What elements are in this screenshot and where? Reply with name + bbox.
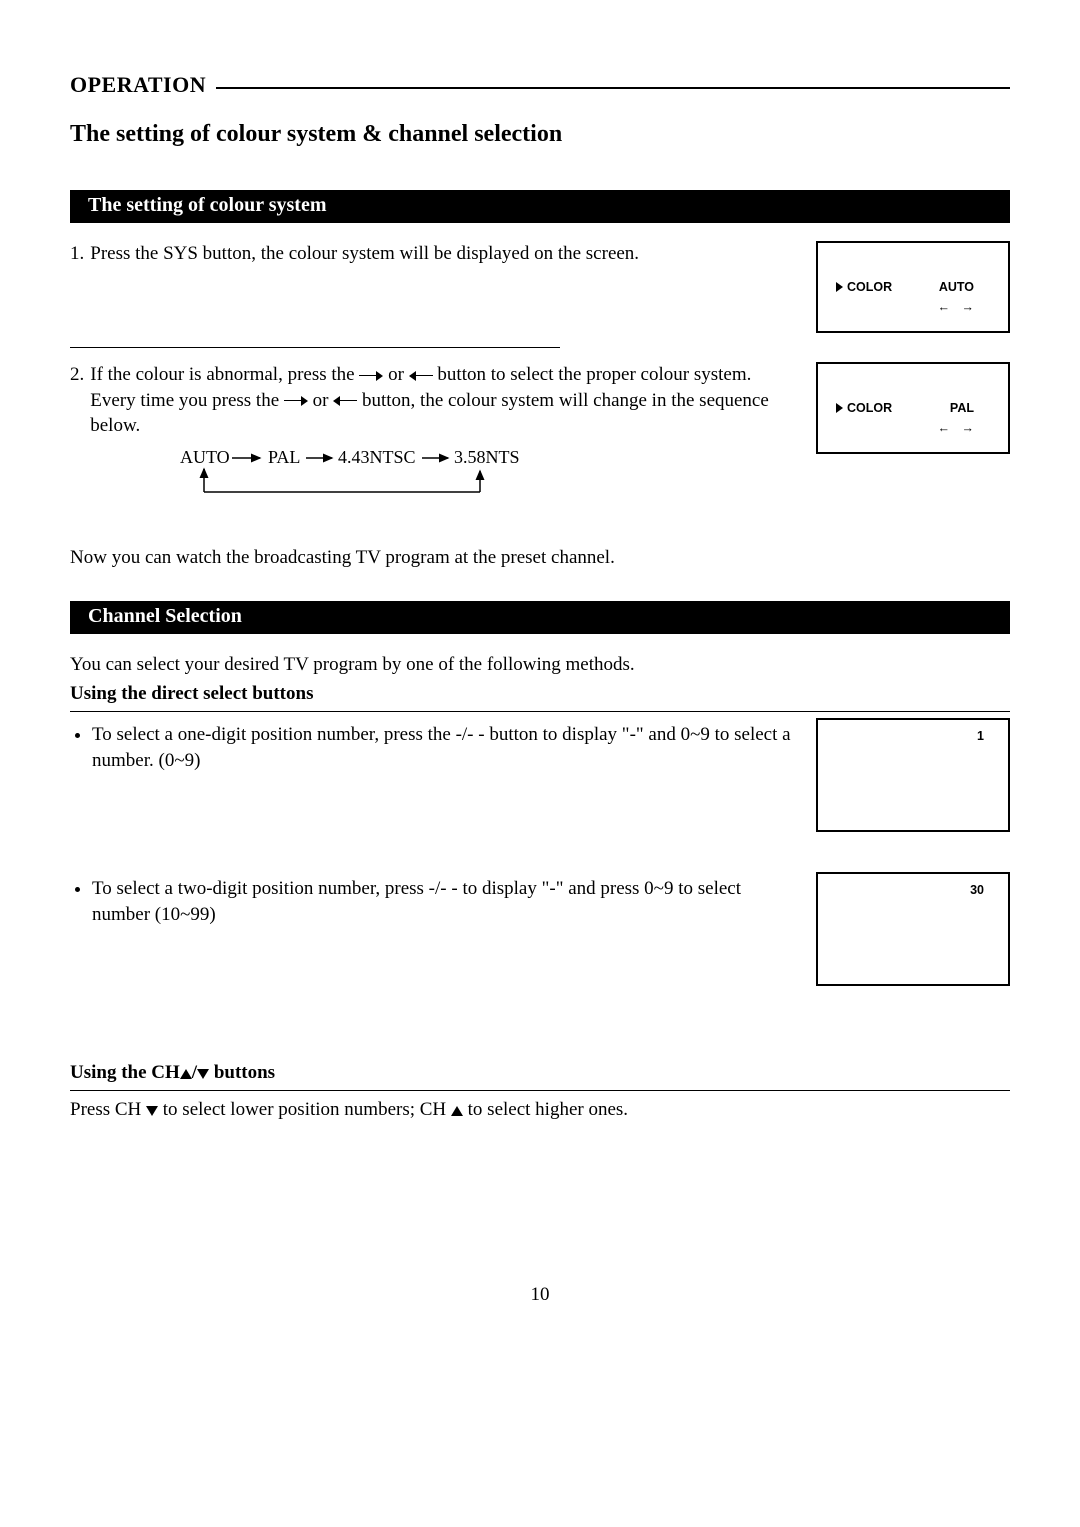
step-2-row: 2. If the colour is abnormal, press the … — [70, 362, 1010, 511]
arrow-left-icon — [333, 396, 357, 406]
triangle-down-icon — [197, 1069, 209, 1079]
step-1-row: 1. Press the SYS button, the colour syst… — [70, 241, 1010, 333]
header-rule — [216, 87, 1010, 89]
subheading-direct-select: Using the direct select buttons — [70, 681, 1010, 707]
section-channel-selection-heading: Channel Selection — [70, 601, 1010, 634]
play-icon — [836, 282, 843, 292]
step-2-number: 2. — [70, 362, 84, 439]
bullet-two-digit: To select a two-digit position number, p… — [92, 876, 796, 927]
page-number: 10 — [70, 1282, 1010, 1308]
channel-intro: You can select your desired TV program b… — [70, 652, 1010, 678]
divider — [70, 1090, 1010, 1091]
screen2-value: PAL — [950, 400, 974, 417]
screen-color-pal: COLOR PAL ← → — [816, 362, 1010, 454]
screen3-value: 1 — [977, 728, 984, 745]
svg-text:3.58NTSC: 3.58NTSC — [454, 447, 520, 467]
section-colour-system-heading: The setting of colour system — [70, 190, 1010, 223]
arrow-left-icon — [409, 371, 433, 381]
step-2-text: If the colour is abnormal, press the or … — [90, 362, 796, 439]
screen-channel-1: 1 — [816, 718, 1010, 832]
ch-buttons-text: Press CH to select lower position number… — [70, 1097, 1010, 1123]
divider — [70, 347, 560, 348]
triangle-up-icon — [451, 1106, 463, 1116]
screen1-label: COLOR — [847, 280, 892, 294]
direct-select-two-digit-row: To select a two-digit position number, p… — [70, 872, 1010, 986]
operation-label: OPERATION — [70, 70, 206, 100]
screen-color-auto: COLOR AUTO ← → — [816, 241, 1010, 333]
section1-after-text: Now you can watch the broadcasting TV pr… — [70, 545, 1010, 571]
svg-text:AUTO: AUTO — [180, 447, 230, 467]
triangle-up-icon — [180, 1069, 192, 1079]
play-icon — [836, 403, 843, 413]
step-1-number: 1. — [70, 241, 84, 267]
direct-select-one-digit-row: To select a one-digit position number, p… — [70, 718, 1010, 832]
page-title: The setting of colour system & channel s… — [70, 118, 1010, 150]
bullet-one-digit: To select a one-digit position number, p… — [92, 722, 796, 773]
svg-text:4.43NTSC: 4.43NTSC — [338, 447, 416, 467]
operation-header: OPERATION — [70, 70, 1010, 100]
screen2-arrows: ← → — [938, 420, 978, 437]
step-1-text: Press the SYS button, the colour system … — [90, 241, 796, 267]
triangle-down-icon — [146, 1106, 158, 1116]
screen4-value: 30 — [970, 882, 984, 899]
colour-sequence-diagram: AUTO PAL 4.43NTSC 3.58NTSC — [160, 447, 520, 507]
screen-channel-30: 30 — [816, 872, 1010, 986]
subheading-ch-buttons: Using the CH/ buttons — [70, 1060, 1010, 1086]
svg-text:PAL: PAL — [268, 447, 300, 467]
arrow-right-icon — [284, 396, 308, 406]
arrow-right-icon — [359, 371, 383, 381]
screen1-arrows: ← → — [938, 299, 978, 316]
divider — [70, 711, 1010, 712]
screen1-value: AUTO — [939, 279, 974, 296]
screen2-label: COLOR — [847, 401, 892, 415]
